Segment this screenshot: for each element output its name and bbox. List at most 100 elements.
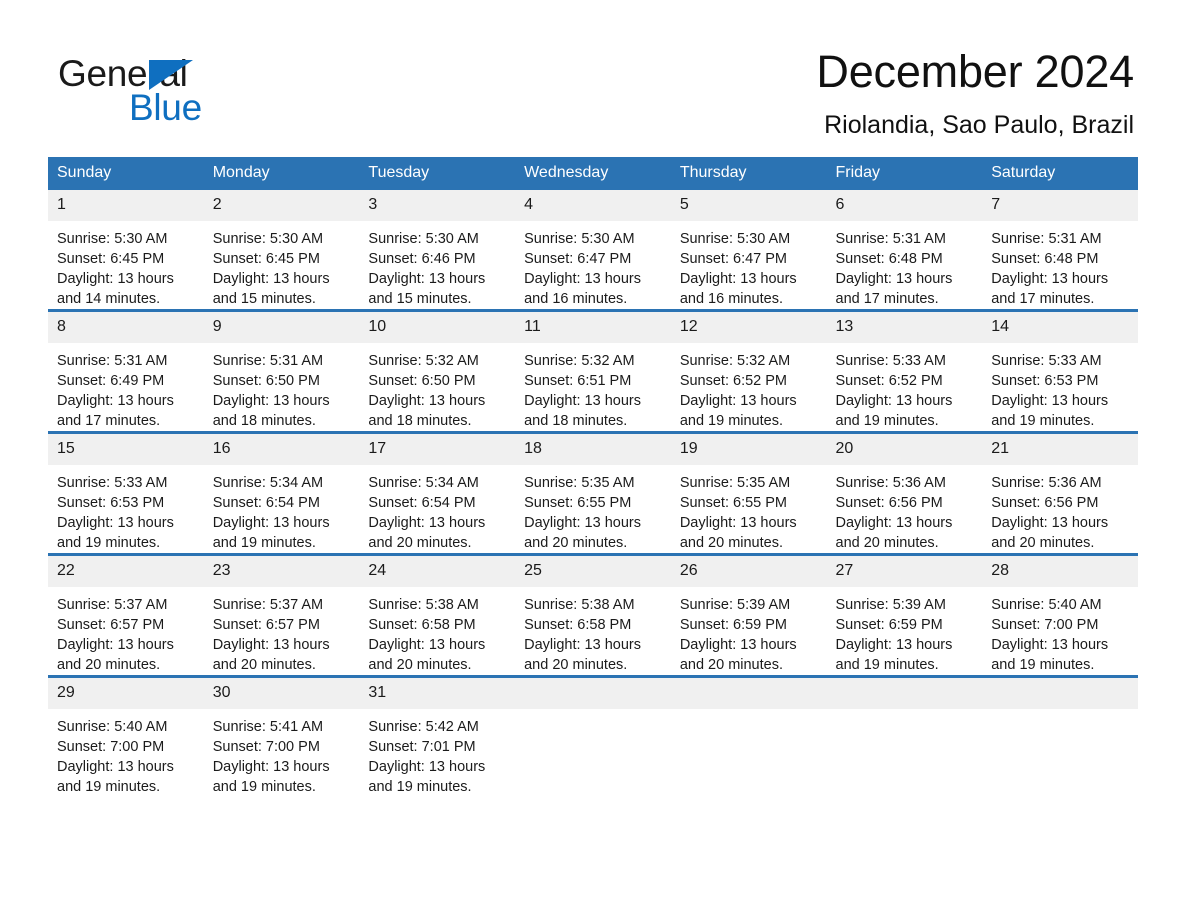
- calendar-day-cell[interactable]: 10 Sunrise: 5:32 AM Sunset: 6:50 PM Dayligh…: [359, 309, 516, 433]
- calendar-day-cell[interactable]: 18 Sunrise: 5:35 AM Sunset: 6:55 PM Dayligh…: [515, 431, 671, 555]
- calendar-day-cell[interactable]: 5 Sunrise: 5:30 AM Sunset: 6:47 PM Daylight…: [670, 190, 827, 311]
- sunrise-text: Sunrise: 5:31 AM: [212, 353, 324, 369]
- daylight-text: Daylight: 13 hours and 19 minutes.: [212, 759, 330, 795]
- sunset-text: Sunset: 6:47 PM: [524, 251, 632, 267]
- day-details: Sunrise: 5:40 AM Sunset: 7:00 PM Daylight:…: [48, 709, 204, 797]
- calendar-day-cell[interactable]: 17 Sunrise: 5:34 AM Sunset: 6:54 PM Dayligh…: [359, 431, 516, 555]
- day-number: 2: [203, 190, 360, 221]
- weekday-header-friday: Friday: [826, 157, 983, 190]
- sunrise-text: Sunrise: 5:36 AM: [991, 475, 1102, 491]
- day-details: Sunrise: 5:37 AM Sunset: 6:57 PM Daylight:…: [48, 587, 204, 675]
- calendar-day-cell[interactable]: 7 Sunrise: 5:31 AM Sunset: 6:48 PM Daylight…: [982, 190, 1138, 311]
- calendar-header-row: Sunday Monday Tuesday Wednesday Thursday…: [48, 157, 1138, 190]
- day-number: 30: [203, 678, 360, 709]
- day-details: Sunrise: 5:34 AM Sunset: 6:54 PM Daylight:…: [204, 465, 360, 553]
- calendar-day-cell[interactable]: 30 Sunrise: 5:41 AM Sunset: 7:00 PM Dayligh…: [203, 675, 360, 797]
- day-number: 9: [203, 312, 360, 343]
- day-details: Sunrise: 5:35 AM Sunset: 6:55 PM Daylight:…: [671, 465, 827, 553]
- daylight-text: Daylight: 13 hours and 16 minutes.: [679, 271, 797, 307]
- day-details: Sunrise: 5:39 AM Sunset: 6:59 PM Daylight:…: [671, 587, 827, 675]
- day-details: Sunrise: 5:41 AM Sunset: 7:00 PM Daylight:…: [204, 709, 360, 797]
- day-number: 4: [515, 190, 671, 221]
- calendar-day-cell[interactable]: 19 Sunrise: 5:35 AM Sunset: 6:55 PM Dayligh…: [670, 431, 827, 555]
- day-number: 22: [48, 556, 204, 587]
- calendar-day-cell[interactable]: 15 Sunrise: 5:33 AM Sunset: 6:53 PM Dayligh…: [48, 431, 204, 555]
- calendar-week-row: 22 Sunrise: 5:37 AM Sunset: 6:57 PM Dayligh…: [48, 553, 1138, 677]
- calendar-day-cell[interactable]: 3 Sunrise: 5:30 AM Sunset: 6:46 PM Daylight…: [359, 190, 516, 311]
- sunset-text: Sunset: 6:53 PM: [991, 373, 1099, 389]
- calendar-day-cell[interactable]: 28 Sunrise: 5:40 AM Sunset: 7:00 PM Dayligh…: [982, 553, 1138, 677]
- calendar-day-cell[interactable]: 25 Sunrise: 5:38 AM Sunset: 6:58 PM Dayligh…: [515, 553, 671, 677]
- day-number: 8: [48, 312, 204, 343]
- calendar-day-cell[interactable]: 4 Sunrise: 5:30 AM Sunset: 6:47 PM Daylight…: [515, 190, 671, 311]
- sunrise-text: Sunrise: 5:35 AM: [524, 475, 635, 491]
- daylight-text: Daylight: 13 hours and 18 minutes.: [368, 393, 486, 429]
- daylight-text: Daylight: 13 hours and 15 minutes.: [212, 271, 330, 307]
- day-number: 27: [826, 556, 983, 587]
- day-number: 17: [359, 434, 516, 465]
- calendar-day-cell[interactable]: 9 Sunrise: 5:31 AM Sunset: 6:50 PM Daylight…: [203, 309, 360, 433]
- day-details: Sunrise: 5:40 AM Sunset: 7:00 PM Daylight:…: [982, 587, 1138, 675]
- calendar-day-cell-empty: [515, 675, 671, 797]
- calendar-day-cell[interactable]: 16 Sunrise: 5:34 AM Sunset: 6:54 PM Dayligh…: [203, 431, 360, 555]
- day-details: Sunrise: 5:39 AM Sunset: 6:59 PM Daylight:…: [827, 587, 983, 675]
- calendar-day-cell[interactable]: 13 Sunrise: 5:33 AM Sunset: 6:52 PM Dayligh…: [826, 309, 983, 433]
- sunrise-text: Sunrise: 5:32 AM: [524, 353, 635, 369]
- calendar-day-cell[interactable]: 29 Sunrise: 5:40 AM Sunset: 7:00 PM Dayligh…: [48, 675, 204, 797]
- calendar-day-cell[interactable]: 1 Sunrise: 5:30 AM Sunset: 6:45 PM Daylight…: [48, 190, 204, 311]
- calendar-table: Sunday Monday Tuesday Wednesday Thursday…: [48, 157, 1138, 797]
- sunrise-text: Sunrise: 5:37 AM: [212, 597, 324, 613]
- day-details: Sunrise: 5:42 AM Sunset: 7:01 PM Daylight:…: [359, 709, 515, 797]
- sunset-text: Sunset: 6:52 PM: [835, 373, 943, 389]
- sunset-text: Sunset: 6:52 PM: [679, 373, 788, 389]
- calendar-day-cell[interactable]: 24 Sunrise: 5:38 AM Sunset: 6:58 PM Dayligh…: [359, 553, 516, 677]
- location-subtitle: Riolandia, Sao Paulo, Brazil: [824, 111, 1134, 139]
- daylight-text: Daylight: 13 hours and 16 minutes.: [524, 271, 641, 307]
- day-details: Sunrise: 5:30 AM Sunset: 6:47 PM Daylight:…: [671, 221, 827, 309]
- calendar-week-row: 29 Sunrise: 5:40 AM Sunset: 7:00 PM Dayligh…: [48, 675, 1138, 797]
- calendar-day-cell[interactable]: 12 Sunrise: 5:32 AM Sunset: 6:52 PM Dayligh…: [670, 309, 827, 433]
- calendar-day-cell[interactable]: 11 Sunrise: 5:32 AM Sunset: 6:51 PM Dayligh…: [515, 309, 671, 433]
- sunrise-text: Sunrise: 5:39 AM: [679, 597, 791, 613]
- sunrise-text: Sunrise: 5:30 AM: [57, 231, 168, 247]
- weekday-header-wednesday: Wednesday: [515, 157, 671, 190]
- calendar-day-cell[interactable]: 26 Sunrise: 5:39 AM Sunset: 6:59 PM Dayligh…: [670, 553, 827, 677]
- day-number: 16: [203, 434, 360, 465]
- calendar-day-cell[interactable]: 20 Sunrise: 5:36 AM Sunset: 6:56 PM Dayligh…: [826, 431, 983, 555]
- daylight-text: Daylight: 13 hours and 17 minutes.: [991, 271, 1109, 307]
- calendar-day-cell-empty: [670, 675, 827, 797]
- day-details: [827, 709, 983, 717]
- day-details: Sunrise: 5:38 AM Sunset: 6:58 PM Daylight:…: [359, 587, 515, 675]
- daylight-text: Daylight: 13 hours and 14 minutes.: [57, 271, 174, 307]
- calendar-day-cell[interactable]: 22 Sunrise: 5:37 AM Sunset: 6:57 PM Dayligh…: [48, 553, 204, 677]
- daylight-text: Daylight: 13 hours and 17 minutes.: [835, 271, 953, 307]
- sunrise-text: Sunrise: 5:34 AM: [368, 475, 479, 491]
- calendar-day-cell[interactable]: 6 Sunrise: 5:31 AM Sunset: 6:48 PM Daylight…: [826, 190, 983, 311]
- day-number: 31: [359, 678, 516, 709]
- calendar-day-cell[interactable]: 21 Sunrise: 5:36 AM Sunset: 6:56 PM Dayligh…: [982, 431, 1138, 555]
- daylight-text: Daylight: 13 hours and 20 minutes.: [57, 637, 174, 673]
- sunset-text: Sunset: 6:59 PM: [679, 617, 788, 633]
- sunset-text: Sunset: 6:56 PM: [835, 495, 943, 511]
- calendar-day-cell[interactable]: 2 Sunrise: 5:30 AM Sunset: 6:45 PM Daylight…: [203, 190, 360, 311]
- calendar-day-cell[interactable]: 23 Sunrise: 5:37 AM Sunset: 6:57 PM Dayligh…: [203, 553, 360, 677]
- calendar-body: 1 Sunrise: 5:30 AM Sunset: 6:45 PM Daylight…: [48, 190, 1138, 797]
- daylight-text: Daylight: 13 hours and 20 minutes.: [524, 515, 641, 551]
- calendar-day-cell[interactable]: 31 Sunrise: 5:42 AM Sunset: 7:01 PM Dayligh…: [359, 675, 516, 797]
- calendar-day-cell[interactable]: 8 Sunrise: 5:31 AM Sunset: 6:49 PM Daylight…: [48, 309, 204, 433]
- calendar-page: General Blue December 2024 Riolandia, Sa…: [0, 0, 1188, 918]
- daylight-text: Daylight: 13 hours and 20 minutes.: [679, 637, 797, 673]
- day-details: [982, 709, 1138, 717]
- day-details: Sunrise: 5:31 AM Sunset: 6:48 PM Daylight:…: [827, 221, 983, 309]
- sunrise-text: Sunrise: 5:30 AM: [368, 231, 479, 247]
- sunset-text: Sunset: 6:57 PM: [57, 617, 165, 633]
- day-number: 25: [515, 556, 671, 587]
- calendar-day-cell[interactable]: 27 Sunrise: 5:39 AM Sunset: 6:59 PM Dayligh…: [826, 553, 983, 677]
- sunrise-text: Sunrise: 5:31 AM: [835, 231, 946, 247]
- sunrise-text: Sunrise: 5:40 AM: [991, 597, 1102, 613]
- calendar-day-cell[interactable]: 14 Sunrise: 5:33 AM Sunset: 6:53 PM Dayligh…: [982, 309, 1138, 433]
- daylight-text: Daylight: 13 hours and 19 minutes.: [991, 637, 1109, 673]
- sunset-text: Sunset: 6:58 PM: [524, 617, 632, 633]
- day-details: Sunrise: 5:30 AM Sunset: 6:45 PM Daylight:…: [204, 221, 360, 309]
- sunset-text: Sunset: 6:51 PM: [524, 373, 632, 389]
